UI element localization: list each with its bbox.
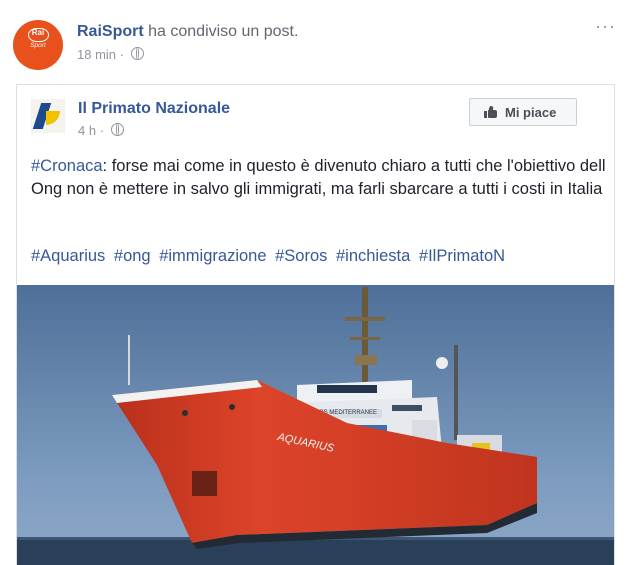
inner-page-name-link[interactable]: Il Primato Nazionale [78,99,230,119]
hashtag-link[interactable]: #Aquarius [31,247,105,265]
inner-post-meta: 4 h · [78,122,124,140]
aquarius-ship-photo: SOS MEDITERRANEE AQUARIUS [17,285,614,565]
globe-icon [130,47,144,60]
like-page-button[interactable]: Mi piace [469,98,577,126]
inner-meta-separator: · [99,123,105,138]
inner-post-time[interactable]: 4 h [78,123,96,138]
inner-globe-icon [110,123,124,136]
hashtag-link[interactable]: #IlPrimatoN [419,247,505,265]
post-body-text: : forse mai come in questo è divenuto ch… [31,157,606,198]
primato-nazionale-avatar[interactable] [31,99,65,133]
raisport-avatar[interactable]: Rai Sport [13,20,63,70]
hashtag-link[interactable]: #immigrazione [159,247,266,265]
logo-yellow-shape [46,111,60,125]
meta-separator: · [119,47,124,62]
share-action-text: ha condiviso un post. [148,23,299,40]
shared-post-card: Il Primato Nazionale 4 h · Mi piace #Cro… [16,84,615,565]
post-text: #Cronaca: forse mai come in questo è div… [31,155,606,200]
hashtag-link[interactable]: #inchiesta [336,247,410,265]
like-button-label: Mi piace [505,105,557,120]
rai-logo-text: Rai [31,28,45,37]
hashtag-link[interactable]: #ong [114,247,151,265]
post-meta: 18 min · [77,46,144,64]
page-name-link[interactable]: RaiSport [77,23,144,40]
more-options-icon[interactable]: ··· [595,16,616,37]
sport-logo-text: Sport [30,42,46,49]
thumbs-up-icon [484,105,497,118]
post-photo[interactable]: SOS MEDITERRANEE AQUARIUS [17,285,614,565]
sea [17,537,614,565]
post-time[interactable]: 18 min [77,47,116,62]
hashtag-cronaca[interactable]: #Cronaca [31,157,103,175]
post-header: RaiSport ha condiviso un post. [77,22,298,42]
hashtag-link[interactable]: #Soros [275,247,327,265]
rai-logo: Rai Sport [24,28,52,62]
hashtag-list: #Aquarius #ong #immigrazione #Soros #inc… [31,245,509,267]
